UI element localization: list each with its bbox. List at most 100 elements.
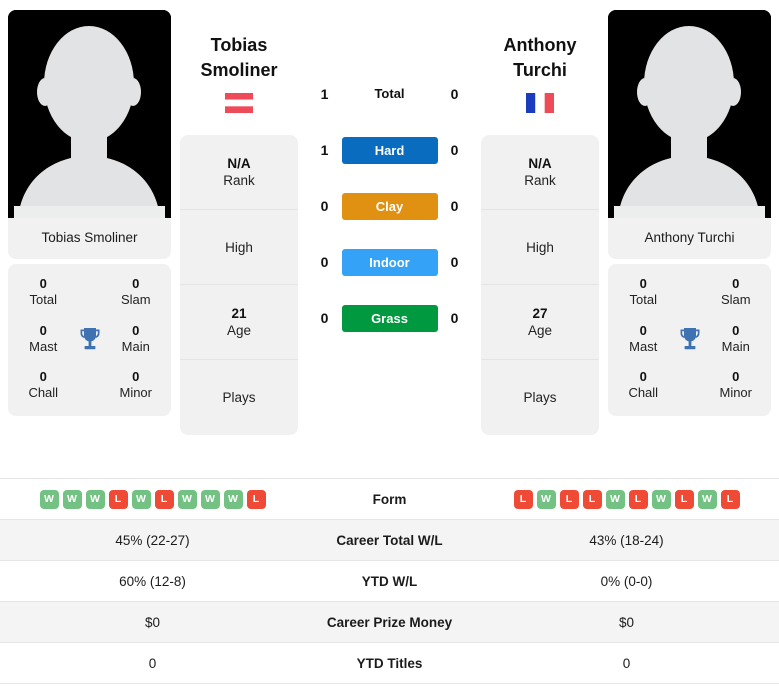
form-badge-win: W (177, 489, 197, 509)
right-titles-total: 0 Total (629, 276, 657, 308)
form-badge-win: W (200, 489, 220, 509)
left-player-photo-card: Tobias Smoliner (8, 10, 171, 259)
table-row-career-prize-money: $0 Career Prize Money $0 (0, 601, 779, 643)
left-info-age: 21 Age (180, 285, 298, 361)
form-badge-win: W (605, 489, 625, 509)
right-titles-mast: 0 Mast (629, 322, 658, 354)
avatar-silhouette-icon (608, 10, 771, 218)
form-badge-loss: L (674, 489, 694, 509)
right-info-age: 27 Age (481, 285, 599, 361)
right-form-badges: LWLLWLWLWL (478, 489, 775, 509)
left-titles-main: 0 Main (121, 322, 150, 354)
h2h-clay-left-score: 0 (320, 198, 329, 214)
form-badge-loss: L (582, 489, 602, 509)
left-info-high: High (180, 210, 298, 286)
left-player-name: Tobias Smoliner (200, 35, 278, 80)
right-titles-minor: 0 Minor (719, 369, 752, 401)
left-player-photo-column: Tobias Smoliner 0 Total 0 Slam 0 Mast 0 … (8, 10, 171, 416)
left-form-cell: WWWLWLWWWL (0, 478, 305, 520)
surface-badge-hard[interactable]: Hard (341, 136, 438, 164)
form-badge-loss: L (154, 489, 174, 509)
h2h-row-grass: 0 Grass 0 (307, 290, 472, 346)
austria-flag-icon (225, 93, 253, 114)
right-form-cell: LWLLWLWLWL (474, 478, 779, 520)
left-titles-mast: 0 Mast (29, 322, 58, 354)
right-titles-chall: 0 Chall (628, 369, 659, 401)
table-row-ytd-wl: 60% (12-8) YTD W/L 0% (0-0) (0, 560, 779, 602)
left-player-titles-card: 0 Total 0 Slam 0 Mast 0 Main 0 Chall 0 M… (8, 264, 171, 416)
right-info-plays: Plays (523, 390, 557, 406)
h2h-indoor-label-cell: Indoor (341, 248, 438, 276)
left-player-info-column: Tobias Smoliner N/A Rank High 21 Age Pla… (180, 10, 298, 436)
surface-badge-grass[interactable]: Grass (341, 304, 438, 332)
form-badge-loss: L (628, 489, 648, 509)
row-label-form: Form (305, 478, 474, 520)
form-badge-win: W (536, 489, 556, 509)
form-badge-win: W (697, 489, 717, 509)
form-badge-win: W (651, 489, 671, 509)
right-info-high: High (481, 210, 599, 286)
right-player-photo-name: Anthony Turchi (608, 218, 771, 259)
left-ytd-titles: 0 (0, 642, 305, 684)
surface-badge-indoor[interactable]: Indoor (341, 248, 438, 276)
left-player-photo-name: Tobias Smoliner (8, 218, 171, 259)
right-player-photo-card: Anthony Turchi (608, 10, 771, 259)
right-player-name: Anthony Turchi (503, 35, 577, 80)
right-career-prize-money: $0 (474, 601, 779, 643)
player-comparison-page: Tobias Smoliner 0 Total 0 Slam 0 Mast 0 … (0, 0, 779, 699)
right-player-titles-card: 0 Total 0 Slam 0 Mast 0 Main 0 Chall 0 M… (608, 264, 771, 416)
h2h-row-total: 1 Total 0 (307, 66, 472, 122)
surface-badge-clay[interactable]: Clay (341, 192, 438, 220)
h2h-indoor-right-score: 0 (450, 254, 459, 270)
left-trophy-icon-cell (73, 326, 107, 352)
left-career-prize-money: $0 (0, 601, 305, 643)
h2h-row-hard: 1 Hard 0 (307, 122, 472, 178)
row-label-ytd-titles: YTD Titles (305, 642, 474, 684)
trophy-icon (80, 327, 99, 349)
row-label-career-prize-money: Career Prize Money (305, 601, 474, 643)
h2h-row-clay: 0 Clay 0 (307, 178, 472, 234)
row-label-career-total-wl: Career Total W/L (305, 519, 474, 561)
right-titles-main: 0 Main (721, 322, 750, 354)
right-player-info-card: N/A Rank High 27 Age Plays (481, 135, 599, 436)
right-player-photo-column: Anthony Turchi 0 Total 0 Slam 0 Mast 0 M… (608, 10, 771, 416)
left-titles-total: 0 Total (29, 276, 57, 308)
form-badge-win: W (85, 489, 105, 509)
form-badge-win: W (131, 489, 151, 509)
table-row-form: WWWLWLWWWL Form LWLLWLWLWL (0, 478, 779, 520)
right-player-info-column: Anthony Turchi N/A Rank High 27 Age Play… (481, 10, 599, 436)
form-badge-win: W (39, 489, 59, 509)
left-titles-chall: 0 Chall (28, 369, 59, 401)
left-info-rank: N/A Rank (180, 135, 298, 211)
left-ytd-wl: 60% (12-8) (0, 560, 305, 602)
form-badge-loss: L (720, 489, 740, 509)
right-info-rank: N/A Rank (481, 135, 599, 211)
h2h-indoor-left-score: 0 (320, 254, 329, 270)
h2h-total-label-cell: Total (342, 85, 438, 103)
form-badge-loss: L (559, 489, 579, 509)
form-badge-win: W (223, 489, 243, 509)
left-titles-minor: 0 Minor (119, 369, 152, 401)
h2h-total-left-score: 1 (320, 86, 329, 102)
left-player-info-card: N/A Rank High 21 Age Plays (180, 135, 298, 436)
right-ytd-wl: 0% (0-0) (474, 560, 779, 602)
h2h-total-label: Total (374, 86, 405, 101)
h2h-hard-label-cell: Hard (341, 136, 438, 164)
table-row-career-total-wl: 45% (22-27) Career Total W/L 43% (18-24) (0, 519, 779, 561)
row-label-ytd-wl: YTD W/L (305, 560, 474, 602)
h2h-clay-label-cell: Clay (341, 192, 438, 220)
table-row-ytd-titles: 0 YTD Titles 0 (0, 642, 779, 684)
comparison-header: Tobias Smoliner 0 Total 0 Slam 0 Mast 0 … (0, 0, 779, 478)
right-trophy-icon-cell (673, 326, 707, 352)
avatar-silhouette-icon (8, 10, 171, 218)
right-career-total-wl: 43% (18-24) (474, 519, 779, 561)
left-player-avatar (8, 10, 171, 218)
left-info-plays: Plays (222, 390, 256, 406)
h2h-hard-right-score: 0 (450, 142, 459, 158)
h2h-clay-right-score: 0 (450, 198, 459, 214)
right-player-avatar (608, 10, 771, 218)
form-badge-loss: L (108, 489, 128, 509)
player-stats-table: WWWLWLWWWL Form LWLLWLWLWL 45% (22-27) C… (0, 478, 779, 684)
h2h-grass-left-score: 0 (320, 310, 329, 326)
trophy-icon (680, 327, 699, 349)
